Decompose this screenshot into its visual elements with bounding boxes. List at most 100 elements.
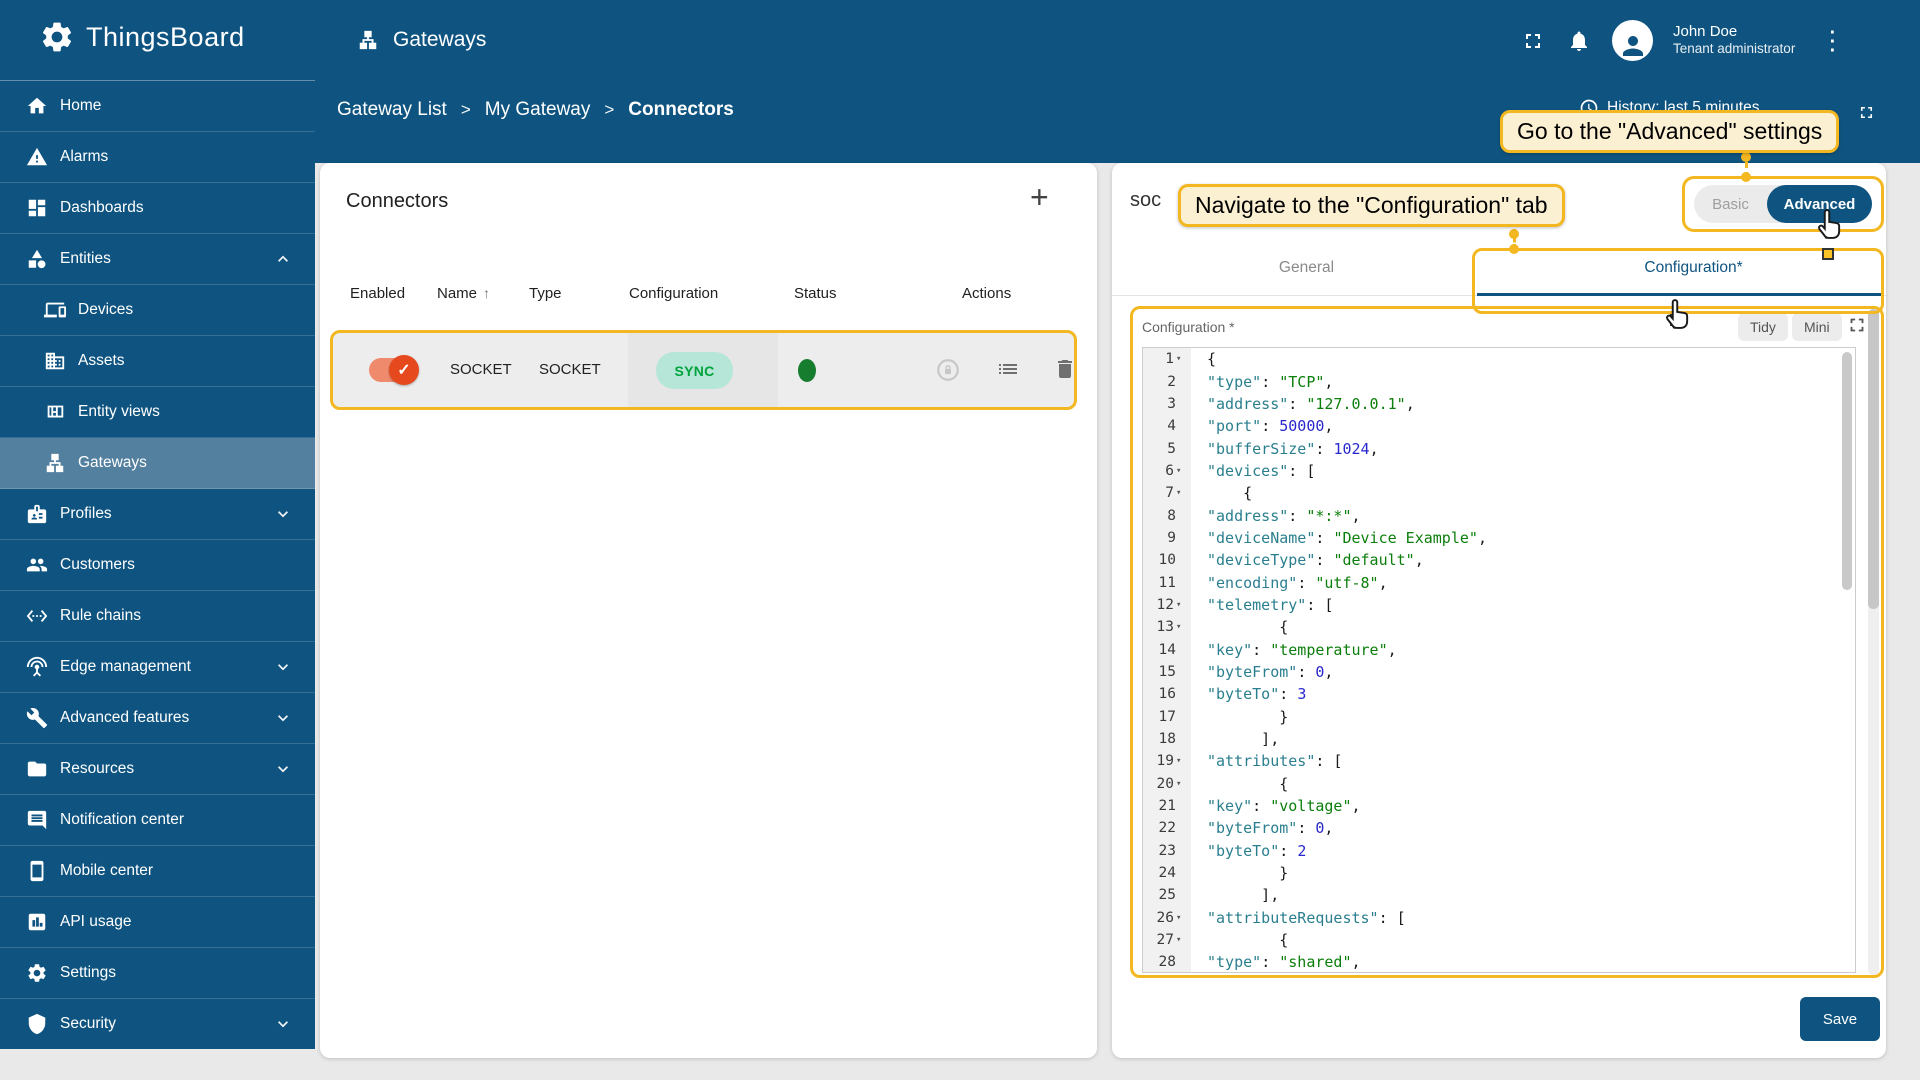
tidy-button[interactable]: Tidy	[1738, 313, 1788, 341]
code-line: "address": "*:*",	[1207, 506, 1361, 525]
sidebar-item-profiles[interactable]: Profiles	[0, 489, 315, 540]
history-expand-icon[interactable]	[1853, 99, 1879, 125]
logs-list-icon[interactable]	[996, 357, 1022, 383]
delete-trash-icon[interactable]	[1053, 357, 1079, 383]
rpc-lock-icon[interactable]	[935, 357, 961, 383]
notifications-bell-icon[interactable]	[1566, 28, 1592, 54]
sidebar-item-api-usage[interactable]: API usage	[0, 897, 315, 948]
table-row[interactable]: ✓ SOCKET SOCKET SYNC	[333, 333, 1074, 407]
sidebar-item-settings[interactable]: Settings	[0, 948, 315, 999]
line-number: 12 ▾	[1156, 596, 1182, 613]
column-header-status[interactable]: Status	[794, 285, 837, 302]
sidebar-item-edge-management[interactable]: Edge management	[0, 642, 315, 693]
entities-icon	[26, 248, 48, 270]
code-line: "byteFrom": 0,	[1207, 819, 1334, 838]
sidebar-item-mobile-center[interactable]: Mobile center	[0, 846, 315, 897]
column-header-name[interactable]: Name ↑	[437, 285, 490, 302]
configuration-field-label: Configuration *	[1142, 319, 1235, 335]
column-header-type[interactable]: Type	[529, 285, 562, 302]
enabled-toggle[interactable]: ✓	[369, 355, 419, 385]
code-line: "type": "shared",	[1207, 953, 1361, 972]
sidebar-item-label: Settings	[60, 964, 117, 981]
avatar[interactable]	[1612, 20, 1653, 61]
line-number: 27 ▾	[1156, 932, 1182, 949]
save-button[interactable]: Save	[1800, 997, 1880, 1041]
rule-chains-icon	[26, 605, 48, 627]
tab-general[interactable]: General	[1112, 259, 1501, 295]
line-number: 1 ▾	[1165, 351, 1182, 368]
breadcrumb-item[interactable]: My Gateway	[485, 99, 591, 121]
editor-code-area[interactable]: { "type": "TCP", "address": "127.0.0.1",…	[1191, 348, 1855, 972]
line-number: 15	[1158, 663, 1176, 680]
json-code-editor[interactable]: 1 ▾ 2 3 4 5 6 ▾ 7 ▾ 8 9 10 11 12 ▾ 13 ▾ 14 15 16 17 18 19 ▾ 20 ▾ 21…	[1142, 347, 1856, 973]
sidebar-item-devices[interactable]: Devices	[0, 285, 315, 336]
panel-scrollbar-thumb[interactable]	[1868, 309, 1879, 609]
sidebar-item-label: Home	[60, 97, 102, 114]
connector-dot	[1509, 229, 1519, 239]
breadcrumb-separator: >	[604, 100, 615, 119]
kebab-menu-icon[interactable]: ⋮	[1815, 25, 1849, 56]
sidebar-item-rule-chains[interactable]: Rule chains	[0, 591, 315, 642]
code-line: {	[1207, 774, 1289, 793]
connectors-panel: Connectors + Enabled Name ↑ Type Configurati…	[320, 163, 1097, 1058]
sidebar-item-alarms[interactable]: Alarms	[0, 132, 315, 183]
code-line: "key": "voltage",	[1207, 797, 1361, 816]
sync-configuration-badge[interactable]: SYNC	[656, 352, 733, 389]
line-number: 8	[1167, 507, 1176, 524]
sort-arrow-icon: ↑	[483, 285, 491, 301]
advanced-mode-option[interactable]: Advanced	[1767, 185, 1872, 223]
sidebar-item-entities[interactable]: Entities	[0, 234, 315, 285]
line-number: 23	[1158, 842, 1176, 859]
user-name: John Doe	[1673, 22, 1738, 40]
line-number: 28	[1158, 954, 1176, 971]
add-connector-button[interactable]: +	[1030, 179, 1049, 216]
code-line: }	[1207, 707, 1289, 726]
sidebar-item-label: API usage	[60, 913, 132, 930]
header-actions: John Doe Tenant administrator ⋮	[1520, 20, 1849, 61]
profiles-icon	[26, 503, 48, 525]
assets-icon	[44, 350, 66, 372]
chevron-down-icon	[273, 1014, 293, 1034]
breadcrumb-item[interactable]: Gateway List	[337, 99, 447, 121]
editor-scrollbar[interactable]	[1842, 352, 1852, 590]
sidebar-item-dashboards[interactable]: Dashboards	[0, 183, 315, 234]
column-header-enabled[interactable]: Enabled	[350, 285, 405, 302]
line-number: 13 ▾	[1156, 619, 1182, 636]
column-header-actions: Actions	[962, 285, 1012, 302]
code-line: "port": 50000,	[1207, 417, 1334, 436]
settings-icon	[26, 962, 48, 984]
tab-configuration[interactable]: Configuration*	[1501, 259, 1886, 295]
code-line: "attributeRequests": [	[1207, 908, 1406, 927]
sidebar-item-label: Mobile center	[60, 862, 154, 879]
sidebar-item-gateways[interactable]: Gateways	[0, 438, 315, 489]
sidebar-item-security[interactable]: Security	[0, 999, 315, 1050]
basic-mode-option[interactable]: Basic	[1694, 185, 1767, 223]
breadcrumb-item[interactable]: Connectors	[628, 99, 734, 121]
code-line: ],	[1207, 886, 1280, 905]
thingsboard-logo[interactable]: ThingsBoard	[38, 18, 245, 56]
devices-icon	[44, 299, 66, 321]
sidebar-item-label: Edge management	[60, 658, 191, 675]
sidebar-item-label: Notification center	[60, 811, 185, 828]
sidebar-item-resources[interactable]: Resources	[0, 744, 315, 795]
fullscreen-icon[interactable]	[1520, 28, 1546, 54]
user-info[interactable]: John Doe Tenant administrator	[1673, 23, 1795, 59]
sidebar-item-label: Entities	[60, 250, 111, 267]
status-dot	[798, 359, 816, 382]
column-header-configuration[interactable]: Configuration	[629, 285, 718, 302]
sidebar-item-assets[interactable]: Assets	[0, 336, 315, 387]
sidebar-item-entity-views[interactable]: Entity views	[0, 387, 315, 438]
sidebar-item-advanced-features[interactable]: Advanced features	[0, 693, 315, 744]
breadcrumb: Gateway List > My Gateway > Connectors	[337, 99, 734, 121]
sidebar-item-customers[interactable]: Customers	[0, 540, 315, 591]
callout-advanced: Go to the "Advanced" settings	[1500, 110, 1840, 153]
line-number: 26 ▾	[1156, 909, 1182, 926]
basic-advanced-toggle: Basic Advanced	[1694, 185, 1872, 223]
editor-fullscreen-icon[interactable]	[1846, 314, 1870, 338]
sidebar-item-home[interactable]: Home	[0, 81, 315, 132]
mini-button[interactable]: Mini	[1792, 313, 1842, 341]
page-title: Gateways	[355, 27, 486, 53]
code-line: "byteTo": 2	[1207, 841, 1307, 860]
line-number: 5	[1167, 440, 1176, 457]
sidebar-item-notification-center[interactable]: Notification center	[0, 795, 315, 846]
